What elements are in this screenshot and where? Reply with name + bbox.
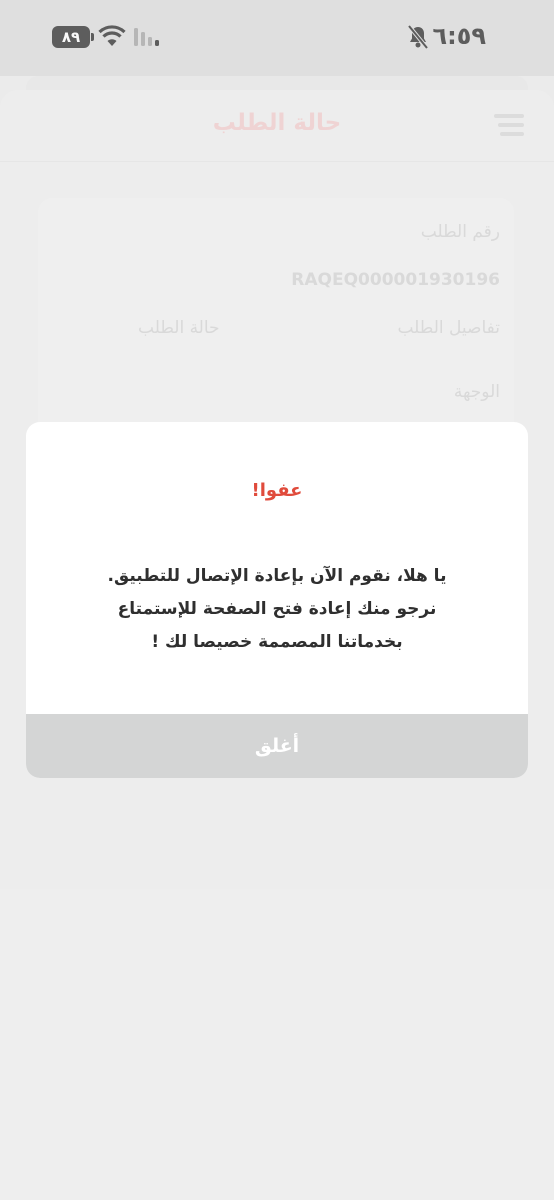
dialog-message-line: نرجو منك إعادة فتح الصفحة للإستمتاع [117, 599, 437, 619]
dialog-message-line: بخدماتنا المصممة خصيصا لك ! [151, 632, 403, 652]
dialog-message-line: يا هلا، نقوم الآن بإعادة الإتصال للتطبيق… [107, 566, 447, 586]
dialog-message: يا هلا، نقوم الآن بإعادة الإتصال للتطبيق… [46, 560, 508, 659]
close-button[interactable]: أغلق [26, 714, 528, 778]
dialog-title: عفوا! [251, 480, 303, 501]
error-dialog: عفوا! يا هلا، نقوم الآن بإعادة الإتصال ل… [26, 422, 528, 778]
screen: ٦:٥٩ ٨٩ حالة الطلب رقم الطلب RAQEQ000001… [0, 0, 554, 1200]
